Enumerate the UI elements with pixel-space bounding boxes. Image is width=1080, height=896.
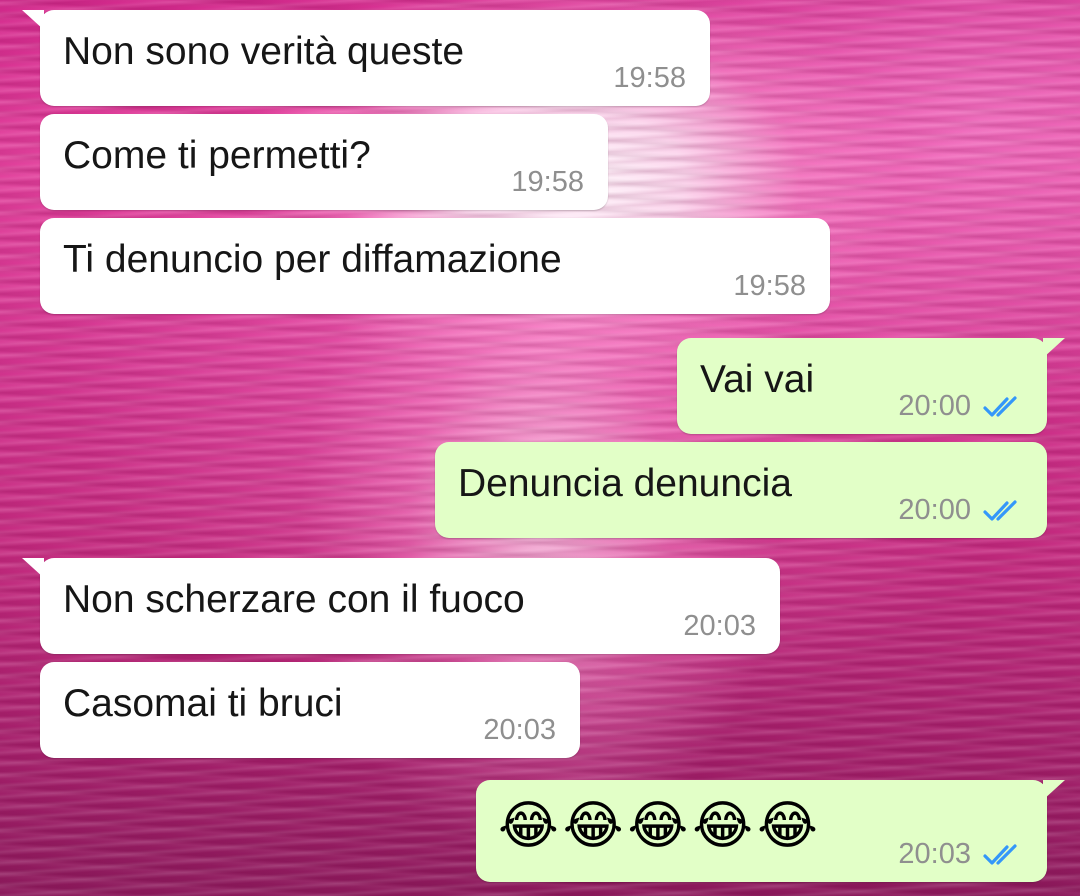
message-text: Non scherzare con il fuoco — [63, 578, 525, 621]
message-timestamp: 20:03 — [898, 838, 971, 870]
message-timestamp: 19:58 — [613, 62, 686, 94]
message-text: Denuncia denuncia — [458, 462, 792, 505]
double-check-icon — [983, 396, 1017, 417]
double-check-icon — [983, 500, 1017, 521]
message-text: Non sono verità queste — [63, 30, 465, 73]
tears-of-joy-emoji: 😂 — [498, 796, 559, 856]
bubble-tail — [22, 558, 44, 578]
message-timestamp: 20:03 — [483, 714, 556, 746]
incoming-message-bubble[interactable]: Casomai ti bruci 20:03 — [40, 662, 580, 758]
outgoing-message-bubble[interactable]: Denuncia denuncia 20:00 — [435, 442, 1047, 538]
incoming-message-bubble[interactable]: Ti denuncio per diffamazione 19:58 — [40, 218, 830, 314]
bubble-tail — [22, 10, 44, 30]
message-timestamp: 19:58 — [733, 270, 806, 302]
message-text: Casomai ti bruci — [63, 682, 343, 725]
tears-of-joy-emoji: 😂 — [627, 796, 689, 856]
message-text: Come ti permetti? — [63, 134, 371, 177]
tears-of-joy-emoji: 😂 — [562, 796, 624, 856]
message-text: Ti denuncio per diffamazione — [63, 238, 562, 281]
bubble-tail — [1043, 338, 1065, 358]
message-timestamp: 20:00 — [898, 494, 971, 526]
tears-of-joy-emoji: 😂 — [757, 796, 818, 856]
tears-of-joy-emoji: 😂 — [692, 796, 754, 856]
bubble-tail — [1043, 780, 1065, 800]
outgoing-message-bubble[interactable]: Vai vai 20:00 — [677, 338, 1065, 434]
double-check-icon — [983, 844, 1017, 865]
message-timestamp: 20:00 — [898, 390, 971, 422]
message-timestamp: 20:03 — [683, 610, 756, 642]
incoming-message-bubble[interactable]: Non scherzare con il fuoco 20:03 — [22, 558, 780, 654]
emoji-message: 😂 😂 😂 😂 😂 — [498, 800, 818, 852]
message-text: Vai vai — [700, 358, 815, 401]
message-timestamp: 19:58 — [511, 166, 584, 198]
incoming-message-bubble[interactable]: Come ti permetti? 19:58 — [40, 114, 608, 210]
outgoing-message-bubble[interactable]: 😂 😂 😂 😂 😂 20:03 — [476, 780, 1065, 882]
incoming-message-bubble[interactable]: Non sono verità queste 19:58 — [22, 10, 710, 106]
